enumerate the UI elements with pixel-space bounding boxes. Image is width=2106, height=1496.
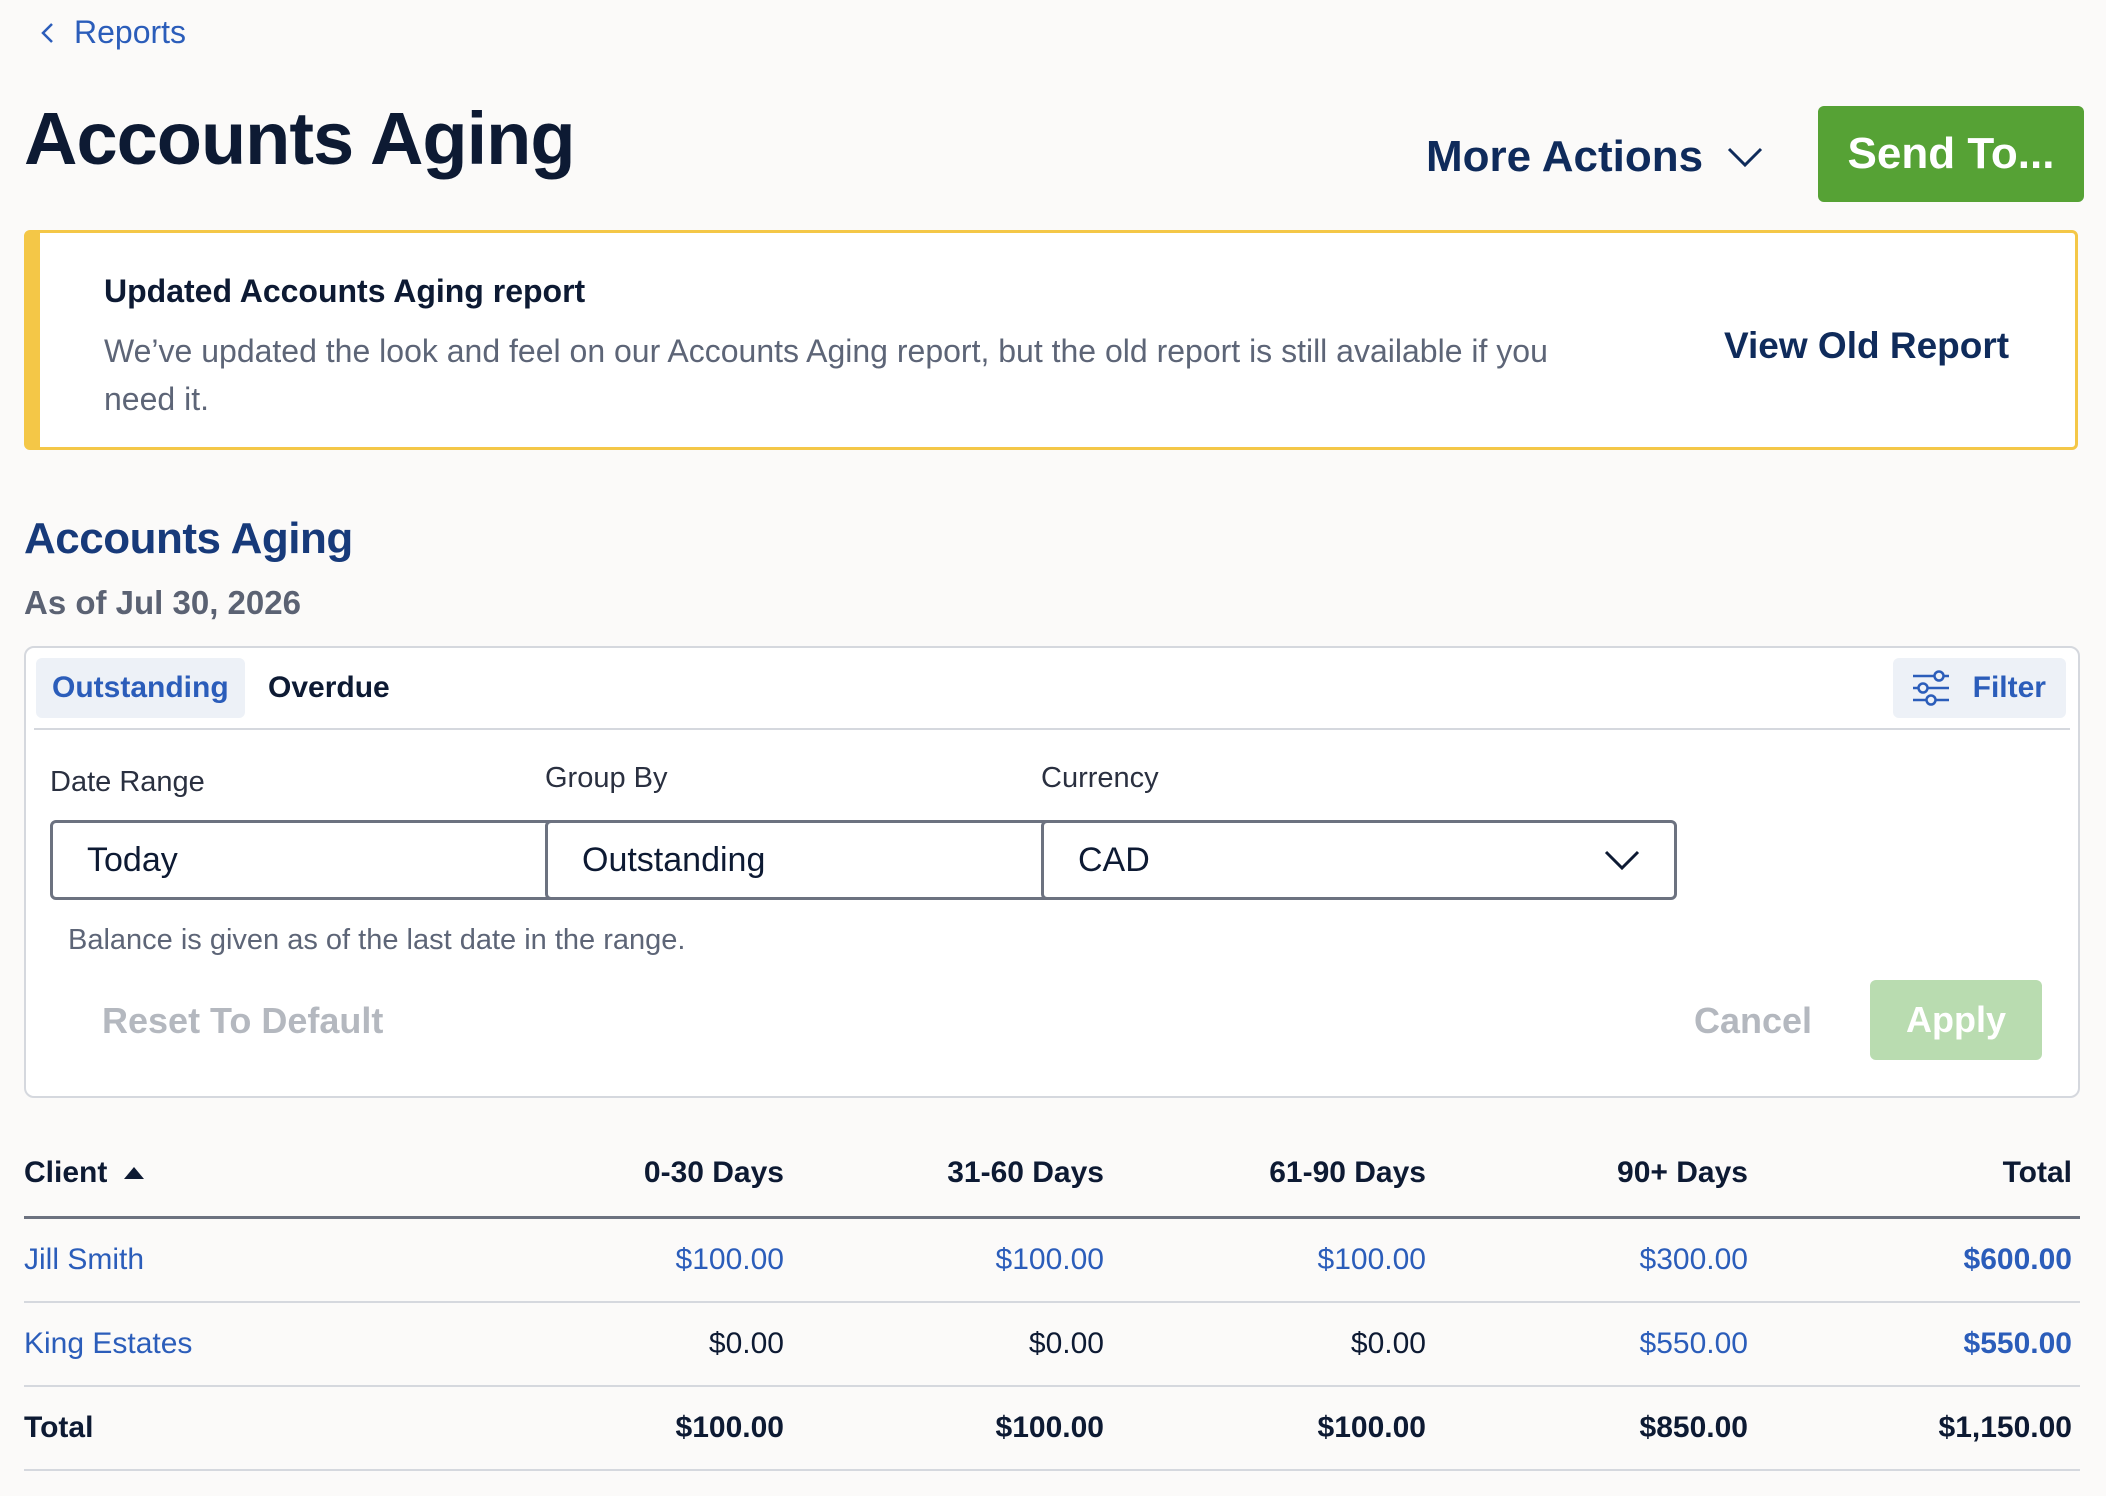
column-header-0-30[interactable]: 0-30 Days — [444, 1130, 784, 1216]
total-value: $100.00 — [675, 1411, 784, 1444]
total-value: $850.00 — [1639, 1411, 1748, 1444]
total-value: $100.00 — [1317, 1411, 1426, 1444]
table-row: Jill Smith $100.00 $100.00 $100.00 $300.… — [24, 1219, 2080, 1303]
currency-label: Currency — [1041, 762, 1159, 794]
chevron-down-icon — [1728, 147, 1763, 168]
breadcrumb-reports[interactable]: Reports — [38, 14, 186, 51]
table-row: King Estates $0.00 $0.00 $0.00 $550.00 $… — [24, 1303, 2080, 1387]
tab-outstanding[interactable]: Outstanding — [36, 658, 245, 718]
amount-link[interactable]: $300.00 — [1408, 1219, 1748, 1301]
sliders-icon — [1912, 670, 1949, 706]
date-range-value: Today — [87, 840, 178, 879]
amount-value: $0.00 — [708, 1327, 784, 1360]
column-header-90-plus[interactable]: 90+ Days — [1408, 1130, 1748, 1216]
amount-link[interactable]: $100.00 — [1086, 1219, 1426, 1301]
amount-link[interactable]: $100.00 — [764, 1219, 1104, 1301]
more-actions-label: More Actions — [1426, 132, 1704, 181]
balance-hint: Balance is given as of the last date in … — [68, 924, 686, 956]
group-by-value: Outstanding — [582, 840, 766, 879]
aging-table: Client 0-30 Days 31-60 Days 61-90 Days 9… — [24, 1130, 2080, 1471]
view-old-report-link[interactable]: View Old Report — [1724, 325, 2009, 367]
client-link[interactable]: Jill Smith — [24, 1219, 504, 1301]
breadcrumb-label: Reports — [74, 14, 187, 50]
filter-button-label: Filter — [1972, 671, 2046, 704]
update-banner: Updated Accounts Aging report We’ve upda… — [24, 230, 2078, 450]
client-link[interactable]: King Estates — [24, 1303, 504, 1385]
table-header: Client 0-30 Days 31-60 Days 61-90 Days 9… — [24, 1130, 2080, 1219]
column-header-client[interactable]: Client — [24, 1130, 504, 1216]
send-to-button[interactable]: Send To... — [1818, 106, 2084, 202]
sort-ascending-icon — [124, 1167, 145, 1179]
amount-value: $0.00 — [1028, 1327, 1104, 1360]
currency-select[interactable]: CAD — [1041, 820, 1677, 900]
column-header-31-60[interactable]: 31-60 Days — [764, 1130, 1104, 1216]
reset-to-default-button[interactable]: Reset To Default — [102, 1000, 383, 1042]
banner-title: Updated Accounts Aging report — [104, 273, 586, 309]
grand-total-value: $1,150.00 — [1938, 1411, 2072, 1444]
row-total-link[interactable]: $600.00 — [1740, 1219, 2080, 1301]
tab-overdue[interactable]: Overdue — [252, 658, 406, 718]
apply-button[interactable]: Apply — [1870, 980, 2042, 1060]
total-label: Total — [24, 1411, 94, 1444]
group-by-label: Group By — [545, 762, 668, 794]
column-header-total[interactable]: Total — [1740, 1130, 2080, 1216]
report-title: Accounts Aging — [24, 514, 353, 563]
column-header-61-90[interactable]: 61-90 Days — [1086, 1130, 1426, 1216]
total-value: $100.00 — [995, 1411, 1104, 1444]
filter-panel: Outstanding Overdue Filter Date Range Gr… — [24, 646, 2080, 1098]
amount-link[interactable]: $550.00 — [1408, 1303, 1748, 1385]
chevron-left-icon — [41, 22, 53, 43]
amount-value: $0.00 — [1350, 1327, 1426, 1360]
chevron-down-icon — [1604, 850, 1640, 871]
table-total-row: Total $100.00 $100.00 $100.00 $850.00 $1… — [24, 1387, 2080, 1471]
date-range-label: Date Range — [50, 766, 205, 798]
banner-body: We’ve updated the look and feel on our A… — [104, 333, 1548, 417]
filter-button[interactable]: Filter — [1892, 658, 2066, 718]
tab-divider — [34, 728, 2070, 730]
accounts-aging-page: Reports Accounts Aging More Actions Send… — [0, 0, 2106, 1496]
page-title: Accounts Aging — [24, 97, 576, 180]
report-as-of-date: As of Jul 30, 2026 — [24, 584, 301, 621]
row-total-link[interactable]: $550.00 — [1740, 1303, 2080, 1385]
currency-value: CAD — [1078, 840, 1150, 879]
cancel-button[interactable]: Cancel — [1694, 1000, 1812, 1042]
amount-link[interactable]: $100.00 — [444, 1219, 784, 1301]
more-actions-button[interactable]: More Actions — [1426, 132, 1765, 182]
column-header-label: Client — [24, 1156, 108, 1189]
